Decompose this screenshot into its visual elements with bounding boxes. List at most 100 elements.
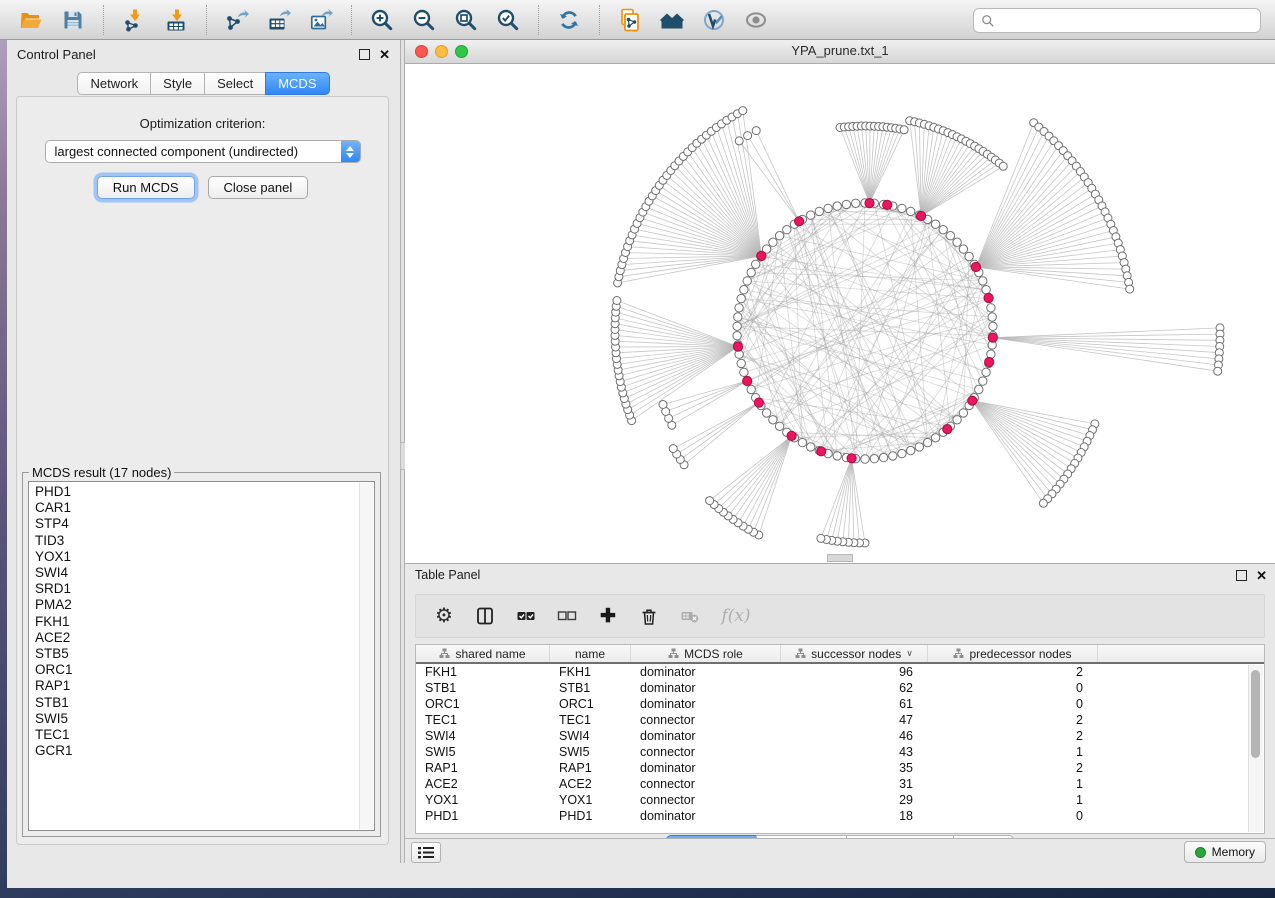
table-cell: ACE2 (550, 777, 631, 791)
table-cell: FKH1 (550, 665, 631, 679)
table-row[interactable]: RAP1RAP1dominator352 (416, 760, 1264, 776)
table-header-row: shared namenameMCDS rolesuccessor nodes∨… (416, 645, 1264, 664)
mcds-result-item[interactable]: FKH1 (29, 614, 358, 630)
mcds-result-item[interactable]: SRD1 (29, 581, 358, 597)
mcds-result-item[interactable]: CAR1 (29, 500, 358, 516)
toolbar-separator (351, 5, 352, 35)
tab-mcds[interactable]: MCDS (265, 72, 329, 95)
table-cell: PHD1 (550, 809, 631, 823)
table-row[interactable]: YOX1YOX1connector291 (416, 792, 1264, 808)
open-file-icon[interactable] (16, 5, 46, 35)
table-row[interactable]: STB1STB1dominator620 (416, 680, 1264, 696)
table-cell: ACE2 (416, 777, 550, 791)
mcds-result-item[interactable]: STP4 (29, 516, 358, 532)
float-table-panel-icon[interactable] (1236, 570, 1247, 581)
table-scrollbar[interactable] (1248, 665, 1263, 832)
table-cell: 62 (781, 681, 928, 695)
column-header-predecessor-nodes[interactable]: predecessor nodes (928, 645, 1098, 662)
close-panel-button[interactable]: Close panel (208, 176, 309, 199)
horizontal-splitter-grip[interactable] (827, 554, 853, 562)
table-settings-icon[interactable]: ⚙ (432, 604, 456, 628)
mcds-result-item[interactable]: PHD1 (29, 484, 358, 500)
memory-button[interactable]: Memory (1184, 841, 1266, 863)
table-row[interactable]: ORC1ORC1dominator610 (416, 696, 1264, 712)
table-cell: dominator (631, 697, 781, 711)
table-cell: YOX1 (416, 793, 550, 807)
node-table[interactable]: shared namenameMCDS rolesuccessor nodes∨… (415, 644, 1265, 834)
table-row[interactable]: TEC1TEC1connector472 (416, 712, 1264, 728)
table-cell: 1 (928, 793, 1098, 807)
mcds-result-item[interactable]: RAP1 (29, 678, 358, 694)
search-input[interactable] (1000, 8, 1260, 33)
import-table-icon[interactable] (161, 5, 191, 35)
export-image-icon[interactable] (306, 5, 336, 35)
table-row[interactable]: ACE2ACE2connector311 (416, 776, 1264, 792)
export-network-icon[interactable] (222, 5, 252, 35)
right-region: YPA_prune.txt_1 Table Panel ✕ ⚙ ✚ (405, 40, 1275, 863)
delete-entry-icon[interactable] (637, 604, 661, 628)
show-hide-icon[interactable] (741, 5, 771, 35)
export-table-icon[interactable] (264, 5, 294, 35)
table-cell: TEC1 (416, 713, 550, 727)
zoom-in-icon[interactable] (367, 5, 397, 35)
table-row[interactable]: FKH1FKH1dominator962 (416, 664, 1264, 680)
mcds-result-item[interactable]: ACE2 (29, 630, 358, 646)
table-row[interactable]: PHD1PHD1dominator180 (416, 808, 1264, 824)
control-panel-title: Control Panel (17, 47, 96, 62)
tab-select[interactable]: Select (204, 72, 266, 95)
mcds-result-item[interactable]: ORC1 (29, 662, 358, 678)
mcds-result-item[interactable]: TID3 (29, 533, 358, 549)
tab-network[interactable]: Network (77, 72, 151, 95)
mcds-result-item[interactable]: STB1 (29, 695, 358, 711)
mcds-result-item[interactable]: PMA2 (29, 597, 358, 613)
toolbar-separator (206, 5, 207, 35)
zoom-fit-icon[interactable] (451, 5, 481, 35)
column-header-name[interactable]: name (550, 645, 631, 662)
network-graph[interactable] (405, 64, 1275, 561)
search-box[interactable] (973, 8, 1261, 33)
table-scrollbar-thumb[interactable] (1251, 670, 1260, 758)
close-window-icon[interactable] (415, 45, 428, 58)
table-cell: 0 (928, 697, 1098, 711)
mcds-result-item[interactable]: SWI4 (29, 565, 358, 581)
refresh-icon[interactable] (554, 5, 584, 35)
mcds-result-item[interactable]: YOX1 (29, 549, 358, 565)
table-row[interactable]: SWI4SWI4dominator462 (416, 728, 1264, 744)
minimize-window-icon[interactable] (435, 45, 448, 58)
run-mcds-button[interactable]: Run MCDS (97, 176, 195, 199)
table-cell: dominator (631, 665, 781, 679)
save-icon[interactable] (58, 5, 88, 35)
zoom-out-icon[interactable] (409, 5, 439, 35)
close-table-panel-icon[interactable]: ✕ (1256, 569, 1267, 582)
table-row[interactable]: SWI5SWI5connector431 (416, 744, 1264, 760)
mcds-result-item[interactable]: SWI5 (29, 711, 358, 727)
toolbar-separator (538, 5, 539, 35)
table-panel-titlebar: Table Panel ✕ (405, 564, 1275, 586)
mcds-result-item[interactable]: STB5 (29, 646, 358, 662)
show-columns-icon[interactable] (473, 604, 497, 628)
list-scrollbar[interactable] (359, 483, 373, 829)
maximize-window-icon[interactable] (455, 45, 468, 58)
zoom-selected-icon[interactable] (493, 5, 523, 35)
criterion-value: largest connected component (undirected) (46, 144, 341, 159)
control-panel-titlebar: Control Panel ✕ (7, 40, 400, 68)
tab-style[interactable]: Style (150, 72, 205, 95)
import-network-icon[interactable] (119, 5, 149, 35)
criterion-select[interactable]: largest connected component (undirected) (45, 140, 361, 163)
select-all-icon[interactable] (514, 604, 538, 628)
task-history-button[interactable] (411, 842, 441, 863)
clear-selection-icon[interactable] (555, 604, 579, 628)
status-bar: Memory (405, 838, 1275, 863)
float-panel-icon[interactable] (359, 49, 370, 60)
add-entry-icon[interactable]: ✚ (596, 604, 620, 628)
column-header-shared-name[interactable]: shared name (416, 645, 550, 662)
mcds-result-item[interactable]: GCR1 (29, 743, 358, 759)
mcds-result-item[interactable]: TEC1 (29, 727, 358, 743)
vizmapper-icon[interactable] (699, 5, 729, 35)
column-header-successor-nodes[interactable]: successor nodes∨ (781, 645, 928, 662)
column-header-MCDS-role[interactable]: MCDS role (631, 645, 781, 662)
network-overview-icon[interactable] (657, 5, 687, 35)
table-cell: 35 (781, 761, 928, 775)
close-panel-icon[interactable]: ✕ (379, 48, 390, 61)
clone-network-icon[interactable] (615, 5, 645, 35)
